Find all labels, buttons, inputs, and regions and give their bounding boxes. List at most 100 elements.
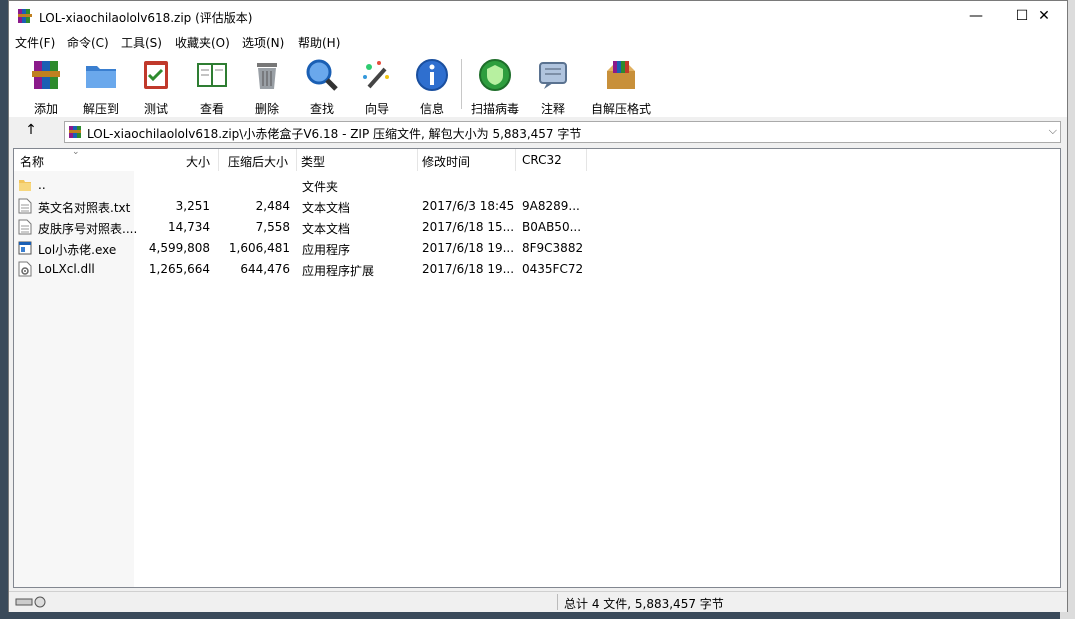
col-header-modified[interactable]: 修改时间 — [422, 153, 470, 170]
menu-help[interactable]: 帮助(H) — [298, 34, 340, 51]
text-file-icon — [18, 198, 32, 214]
wizard-wand-icon — [363, 61, 389, 89]
folder-icon — [19, 180, 31, 191]
info-label: 信息 — [419, 102, 444, 116]
col-header-type[interactable]: 类型 — [301, 153, 325, 170]
add-label: 添加 — [33, 102, 58, 116]
file-modified: 2017/6/18 15... — [422, 220, 515, 234]
file-row[interactable]: .. 文件夹 — [14, 175, 1060, 196]
file-type: 应用程序扩展 — [302, 264, 375, 278]
view-button[interactable]: 查看 — [186, 55, 238, 116]
test-button[interactable]: 测试 — [130, 55, 182, 116]
add-button[interactable]: 添加 — [20, 55, 72, 116]
header-divider — [515, 149, 516, 171]
status-bar: 总计 4 文件, 5,883,457 字节 — [9, 591, 1067, 612]
delete-label: 删除 — [254, 102, 279, 116]
col-header-crc[interactable]: CRC32 — [522, 153, 562, 167]
window-title: LOL-xiaochilaololv618.zip (评估版本) — [39, 11, 253, 25]
menu-file[interactable]: 文件(F) — [15, 34, 55, 51]
extract-to-label: 解压到 — [82, 102, 119, 116]
text-file-icon — [18, 219, 32, 235]
file-name: .. — [38, 178, 46, 192]
wizard-label: 向导 — [364, 102, 389, 116]
title-bar[interactable]: LOL-xiaochilaololv618.zip (评估版本) — ☐ ✕ — [9, 1, 1067, 31]
toolbar-separator — [461, 59, 462, 109]
find-button[interactable]: 查找 — [296, 55, 348, 116]
file-row[interactable]: 皮肤序号对照表.... 14,734 7,558 文本文档 2017/6/18 … — [14, 217, 1060, 238]
col-header-size[interactable]: 大小 — [186, 153, 210, 170]
header-divider — [586, 149, 587, 171]
wizard-button[interactable]: 向导 — [351, 55, 403, 116]
winrar-window: LOL-xiaochilaololv618.zip (评估版本) — ☐ ✕ 文… — [8, 0, 1068, 612]
sfx-box-icon — [607, 61, 635, 89]
file-size: 14,734 — [168, 220, 210, 234]
path-text: LOL-xiaochilaololv618.zip\小赤佬盒子V6.18 - Z… — [87, 127, 582, 141]
list-header: 名称 ⌄ 大小 压缩后大小 类型 修改时间 CRC32 — [14, 149, 1060, 171]
dll-file-icon — [18, 261, 32, 277]
address-bar: ↑ LOL-xiaochilaololv618.zip\小赤佬盒子V6.18 -… — [9, 117, 1067, 147]
file-size: 3,251 — [175, 199, 210, 213]
file-type: 文本文档 — [302, 201, 351, 215]
file-crc: 8F9C3882 — [522, 241, 584, 255]
info-button[interactable]: 信息 — [406, 55, 458, 116]
sort-chevron-icon: ⌄ — [72, 148, 80, 157]
file-name: 皮肤序号对照表.... — [38, 222, 138, 236]
up-level-button[interactable]: ↑ — [21, 122, 41, 142]
menu-favorites[interactable]: 收藏夹(O) — [175, 34, 230, 51]
find-magnifier-icon — [306, 59, 338, 91]
sfx-label: 自解压格式 — [590, 102, 651, 116]
drive-key-icon — [15, 596, 46, 608]
menu-bar: 文件(F) 命令(C) 工具(S) 收藏夹(O) 选项(N) 帮助(H) — [9, 31, 1067, 51]
file-list: 名称 ⌄ 大小 压缩后大小 类型 修改时间 CRC32 .. 文件夹 英文名对照… — [13, 148, 1061, 588]
header-divider — [296, 149, 297, 171]
exe-file-icon — [18, 241, 32, 255]
menu-commands[interactable]: 命令(C) — [67, 34, 109, 51]
comment-icon — [539, 62, 567, 89]
delete-trash-icon — [257, 63, 277, 89]
file-modified: 2017/6/3 18:45 — [422, 199, 515, 213]
status-summary: 总计 4 文件, 5,883,457 字节 — [564, 597, 724, 611]
path-combobox[interactable]: LOL-xiaochilaololv618.zip\小赤佬盒子V6.18 - Z… — [64, 121, 1061, 143]
info-icon — [416, 59, 448, 91]
arrow-up-icon: ↑ — [25, 122, 37, 138]
view-book-icon — [197, 63, 227, 87]
delete-button[interactable]: 删除 — [241, 55, 293, 116]
chevron-down-icon[interactable]: ⌵ — [1049, 124, 1057, 138]
comment-button[interactable]: 注释 — [527, 55, 579, 116]
header-divider — [218, 149, 219, 171]
col-header-packed[interactable]: 压缩后大小 — [228, 153, 288, 170]
file-modified: 2017/6/18 19... — [422, 241, 515, 255]
test-label: 测试 — [143, 102, 168, 116]
sfx-button[interactable]: 自解压格式 — [589, 55, 653, 116]
close-button[interactable]: ✕ — [1021, 1, 1067, 31]
menu-options[interactable]: 选项(N) — [242, 34, 284, 51]
file-size: 1,265,664 — [148, 262, 210, 276]
virus-scan-label: 扫描病毒 — [470, 102, 519, 116]
file-type: 应用程序 — [302, 243, 351, 257]
file-row[interactable]: 英文名对照表.txt 3,251 2,484 文本文档 2017/6/3 18:… — [14, 196, 1060, 217]
virus-scan-icon — [479, 59, 511, 91]
toolbar: 添加 解压到 测试 查看 删除 查找 向导 信息 扫描病毒 注释 自解压格式 — [9, 51, 1067, 118]
file-crc: 9A8289... — [522, 199, 580, 213]
find-label: 查找 — [309, 102, 334, 116]
winrar-app-icon — [18, 9, 32, 23]
file-row[interactable]: Lol小赤佬.exe 4,599,808 1,606,481 应用程序 2017… — [14, 238, 1060, 259]
status-divider — [557, 594, 558, 610]
archive-icon — [69, 126, 81, 138]
col-header-name[interactable]: 名称 — [20, 153, 44, 170]
header-divider — [417, 149, 418, 171]
add-archive-icon — [32, 61, 60, 89]
menu-tools[interactable]: 工具(S) — [121, 34, 162, 51]
file-crc: B0AB50... — [522, 220, 582, 234]
minimize-button[interactable]: — — [953, 1, 999, 31]
file-row[interactable]: LoLXcl.dll 1,265,664 644,476 应用程序扩展 2017… — [14, 259, 1060, 280]
virus-scan-button[interactable]: 扫描病毒 — [469, 55, 521, 116]
file-name: 英文名对照表.txt — [38, 201, 131, 215]
extract-to-button[interactable]: 解压到 — [75, 55, 127, 116]
file-packed-size: 2,484 — [255, 199, 290, 213]
file-size: 4,599,808 — [148, 241, 210, 255]
file-modified: 2017/6/18 19... — [422, 262, 515, 276]
file-packed-size: 644,476 — [240, 262, 290, 276]
file-name: LoLXcl.dll — [38, 262, 95, 276]
file-packed-size: 1,606,481 — [228, 241, 290, 255]
